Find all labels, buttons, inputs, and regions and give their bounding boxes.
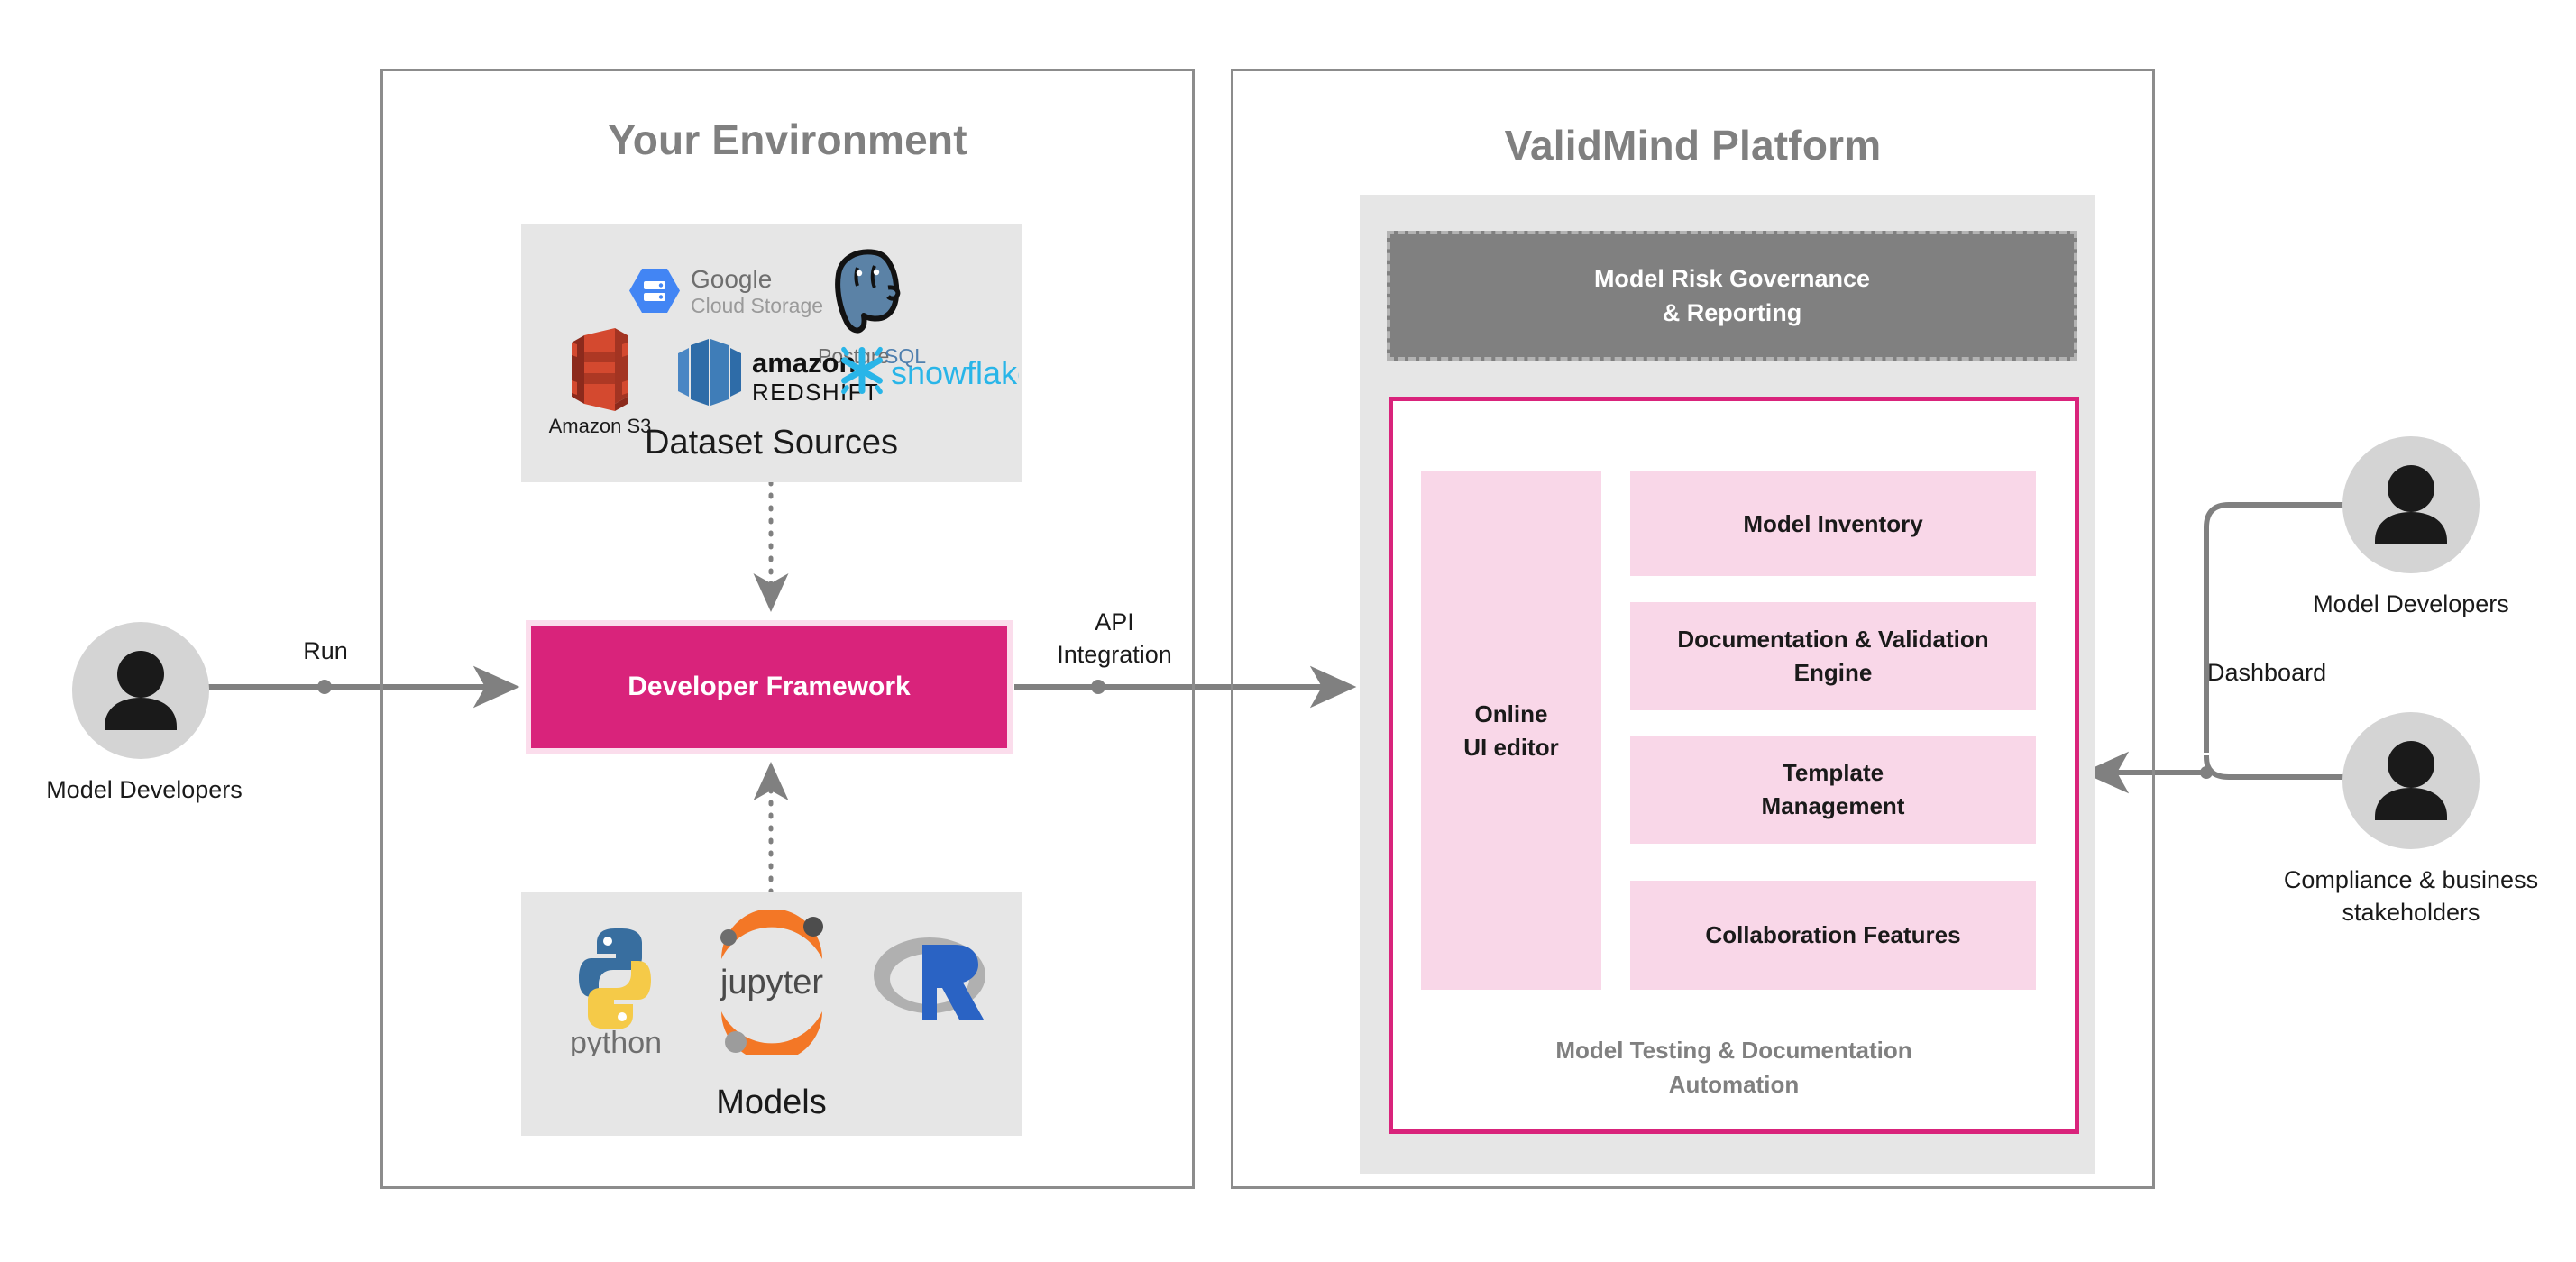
jupyter-logo: jupyter [694, 910, 849, 1055]
model-inventory-tile[interactable]: Model Inventory [1630, 471, 2036, 576]
developer-framework-label: Developer Framework [628, 672, 911, 701]
svg-text:snowflake: snowflake [891, 354, 1019, 391]
svg-text:Google: Google [691, 265, 772, 293]
template-management-tile[interactable]: Template Management [1630, 736, 2036, 844]
svg-text:python: python [570, 1026, 662, 1056]
python-logo: python [548, 921, 683, 1056]
automation-caption-line2: Automation [1668, 1071, 1800, 1098]
user-icon [2375, 465, 2447, 544]
model-risk-governance-line1: Model Risk Governance [1593, 264, 1871, 292]
persona-label: Model Developers [46, 776, 243, 803]
developer-framework-box[interactable]: Developer Framework [526, 620, 1013, 754]
persona-label: Model Developers [2313, 590, 2509, 617]
edge-label-dashboard: Dashboard [2207, 659, 2327, 686]
architecture-diagram-canvas: Your Environment Google Cloud Storage Po… [0, 0, 2576, 1262]
svg-text:jupyter: jupyter [720, 964, 823, 1001]
edge-label-api-integration: API Integration [1057, 608, 1172, 669]
r-logo [870, 928, 996, 1037]
avatar-circle [2342, 436, 2480, 573]
snowflake-logo: snowflake [839, 341, 1019, 400]
avatar-circle [72, 622, 209, 759]
dataset-sources-caption: Dataset Sources [645, 424, 898, 462]
online-ui-editor-line2: UI editor [1463, 733, 1559, 761]
documentation-validation-engine-tile[interactable]: Documentation & Validation Engine [1630, 602, 2036, 710]
models-caption: Models [716, 1084, 827, 1121]
user-icon [105, 651, 177, 730]
avatar-circle [2342, 712, 2480, 849]
model-risk-governance-box[interactable]: Model Risk Governance & Reporting [1387, 231, 2077, 361]
online-ui-editor-line1: Online [1474, 700, 1548, 727]
user-icon [2375, 741, 2447, 820]
edge-label-run: Run [303, 637, 348, 664]
automation-caption-line1: Model Testing & Documentation [1555, 1037, 1912, 1064]
online-ui-editor-tile[interactable]: Online UI editor [1421, 471, 1601, 990]
google-cloud-storage-logo: Google Cloud Storage [615, 257, 822, 325]
persona-model-developers-left[interactable]: Model Developers [0, 622, 289, 829]
your-environment-title: Your Environment [608, 116, 967, 163]
persona-model-developers-right[interactable]: Model Developers [2245, 436, 2576, 635]
persona-compliance-business-stakeholders[interactable]: Compliance & business stakeholders [2245, 712, 2576, 956]
model-risk-governance-line2: & Reporting [1662, 299, 1802, 326]
persona-label: Compliance & business stakeholders [2283, 866, 2539, 927]
svg-text:Cloud Storage: Cloud Storage [691, 294, 822, 317]
collaboration-features-tile[interactable]: Collaboration Features [1630, 881, 2036, 990]
validmind-platform-title: ValidMind Platform [1504, 122, 1882, 169]
